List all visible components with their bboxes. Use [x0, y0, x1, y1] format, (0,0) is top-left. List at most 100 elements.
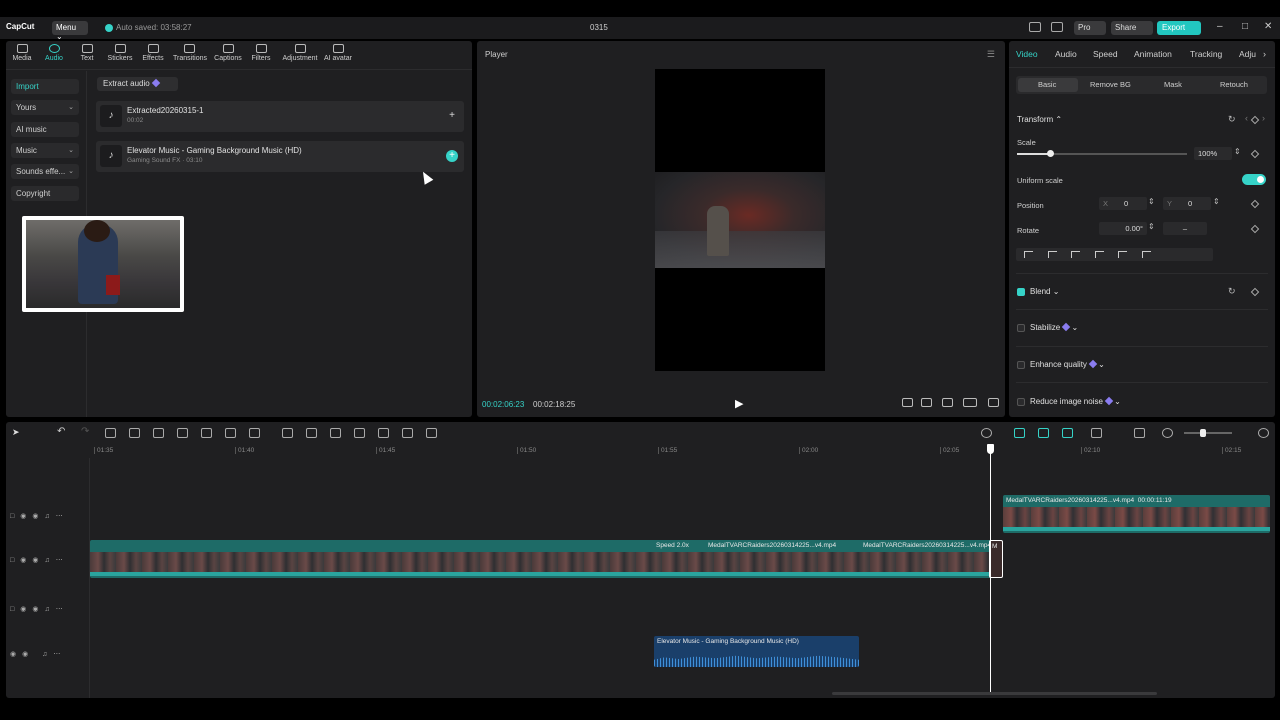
split-left-icon[interactable]	[129, 428, 140, 438]
speed-icon[interactable]	[249, 428, 260, 438]
keyframe-icon[interactable]	[1250, 149, 1260, 159]
split-right-icon[interactable]	[153, 428, 164, 438]
keyframe-prev-icon[interactable]: ‹	[1245, 113, 1248, 123]
keyframe-icon[interactable]	[1250, 115, 1260, 125]
add-icon[interactable]: +	[446, 110, 458, 122]
video-clip[interactable]: MedalTVARCRaiders20260314225...v4.mp4 00…	[1003, 495, 1270, 533]
extract-audio-button[interactable]: Extract audio	[97, 77, 178, 91]
subtab-retouch[interactable]: Retouch	[1220, 80, 1248, 89]
freeze-icon[interactable]	[282, 428, 293, 438]
video-clip[interactable]: Speed 2.0x MedalTVARCRaiders20260314225.…	[90, 540, 1002, 578]
stepper-icon[interactable]: ⇕	[1213, 197, 1220, 206]
blend-heading[interactable]: Blend ⌄	[1030, 287, 1059, 296]
tab-filters[interactable]: Filters	[245, 44, 277, 62]
sidebar-item-import[interactable]: Import	[11, 79, 79, 94]
menu-button[interactable]: Menu ⌄	[52, 21, 88, 41]
tab-adjustment[interactable]: Adjustment	[280, 44, 320, 62]
track-controls-row[interactable]: □◉◉♫⋯	[10, 556, 69, 564]
zoom-slider-handle[interactable]	[1200, 429, 1206, 437]
uniform-scale-toggle[interactable]	[1242, 174, 1266, 185]
tab-captions[interactable]: Captions	[212, 44, 244, 62]
tab-stickers[interactable]: Stickers	[104, 44, 136, 62]
stepper-icon[interactable]: ⇕	[1148, 197, 1155, 206]
subtab-remove-bg[interactable]: Remove BG	[1090, 80, 1131, 89]
tab-speed[interactable]: Speed	[1093, 49, 1118, 59]
align-center-h-icon[interactable]	[1048, 251, 1057, 258]
track-controls-row[interactable]: □◉◉♫⋯	[10, 605, 69, 613]
preview-axis-icon[interactable]	[1091, 428, 1102, 438]
ratio-icon[interactable]	[963, 398, 977, 407]
tab-animation[interactable]: Animation	[1134, 49, 1172, 59]
stepper-icon[interactable]: ⇕	[1234, 147, 1241, 156]
tab-audio[interactable]: Audio	[38, 44, 70, 62]
align-right-icon[interactable]	[1071, 251, 1080, 258]
scale-slider-handle[interactable]	[1047, 150, 1054, 157]
align-left-icon[interactable]	[1024, 251, 1033, 258]
expand-icon[interactable]	[988, 398, 999, 407]
chevron-right-icon[interactable]: ›	[1263, 49, 1266, 59]
sidebar-item-copyright[interactable]: Copyright	[11, 186, 79, 201]
position-y-field[interactable]: Y0	[1163, 197, 1211, 210]
selected-clip[interactable]: M	[989, 540, 1003, 578]
sidebar-item-yours[interactable]: Yours ⌄	[11, 100, 79, 115]
tab-tracking[interactable]: Tracking	[1190, 49, 1222, 59]
close-icon[interactable]: ✕	[1264, 21, 1272, 32]
enhance-quality-heading[interactable]: Enhance quality ⌄	[1030, 359, 1105, 369]
pro-button[interactable]: Pro	[1074, 21, 1106, 35]
link-icon[interactable]	[1014, 428, 1025, 438]
mask-shield-icon[interactable]	[201, 428, 212, 438]
audio-clip[interactable]: Elevator Music - Gaming Background Music…	[654, 636, 859, 667]
sidebar-item-sound-effects[interactable]: Sounds effe... ⌄	[11, 164, 79, 179]
subtab-basic[interactable]: Basic	[1038, 80, 1056, 89]
align-center-v-icon[interactable]	[1118, 251, 1127, 258]
resize-icon[interactable]	[378, 428, 389, 438]
hamburger-icon[interactable]: ☰	[987, 49, 995, 60]
tab-adjustment[interactable]: Adju	[1239, 49, 1256, 59]
maximize-icon[interactable]: □	[1242, 21, 1248, 32]
playhead-handle[interactable]	[987, 444, 994, 454]
waveform-icon[interactable]	[426, 428, 437, 438]
track-controls-row[interactable]: ◉◉ ♫⋯	[10, 650, 66, 658]
export-button[interactable]: Export	[1157, 21, 1201, 35]
tab-media[interactable]: Media	[6, 44, 38, 62]
playhead[interactable]	[990, 444, 991, 694]
add-icon[interactable]: +	[446, 150, 458, 162]
tab-transitions[interactable]: Transitions	[173, 44, 207, 62]
timeline-ruler[interactable]: 01:35 01:40 01:45 01:50 01:55 02:00 02:0…	[90, 444, 1275, 458]
zoom-in-icon[interactable]	[1258, 428, 1269, 438]
keyframe-next-icon[interactable]: ›	[1262, 113, 1265, 123]
crop-icon[interactable]	[225, 428, 236, 438]
sidebar-item-music[interactable]: Music ⌄	[11, 143, 79, 158]
stabilize-checkbox[interactable]	[1017, 324, 1025, 332]
keyframe-icon[interactable]	[1250, 224, 1260, 234]
microphone-icon[interactable]	[981, 428, 992, 438]
keyboard-icon[interactable]	[1051, 22, 1063, 32]
redo-icon[interactable]: ↷	[81, 426, 92, 437]
blend-checkbox[interactable]	[1017, 288, 1025, 296]
position-x-field[interactable]: X0	[1099, 197, 1147, 210]
zoom-slider-track[interactable]	[1184, 432, 1232, 434]
transform-heading[interactable]: Transform ⌃	[1017, 115, 1062, 124]
zoom-out-icon[interactable]	[1162, 428, 1173, 438]
minimize-icon[interactable]: –	[1217, 21, 1223, 32]
flip-field[interactable]: –	[1163, 222, 1207, 235]
play-icon[interactable]: ▶	[735, 397, 743, 410]
snap-icon[interactable]	[1038, 428, 1049, 438]
keyframe-icon[interactable]	[1250, 199, 1260, 209]
fullscreen-fit-icon[interactable]	[921, 398, 932, 407]
rotate-field[interactable]: 0.00°	[1099, 222, 1147, 235]
mirror-icon[interactable]	[306, 428, 317, 438]
reset-icon[interactable]: ↻	[1228, 286, 1236, 297]
stepper-icon[interactable]: ⇕	[1148, 222, 1155, 231]
tab-video[interactable]: Video	[1016, 49, 1038, 59]
track-controls-row[interactable]: □◉◉♫⋯	[10, 512, 69, 520]
magic-wand-icon[interactable]	[354, 428, 365, 438]
linkage-icon[interactable]	[1062, 428, 1073, 438]
undo-icon[interactable]: ↶	[57, 426, 68, 437]
tab-ai-avatar[interactable]: AI avatar	[322, 44, 354, 62]
align-bottom-icon[interactable]	[1142, 251, 1151, 258]
tab-effects[interactable]: Effects	[137, 44, 169, 62]
sidebar-item-ai-music[interactable]: AI music	[11, 122, 79, 137]
layout-icon[interactable]	[1029, 22, 1041, 32]
reset-icon[interactable]: ↻	[1228, 114, 1236, 125]
